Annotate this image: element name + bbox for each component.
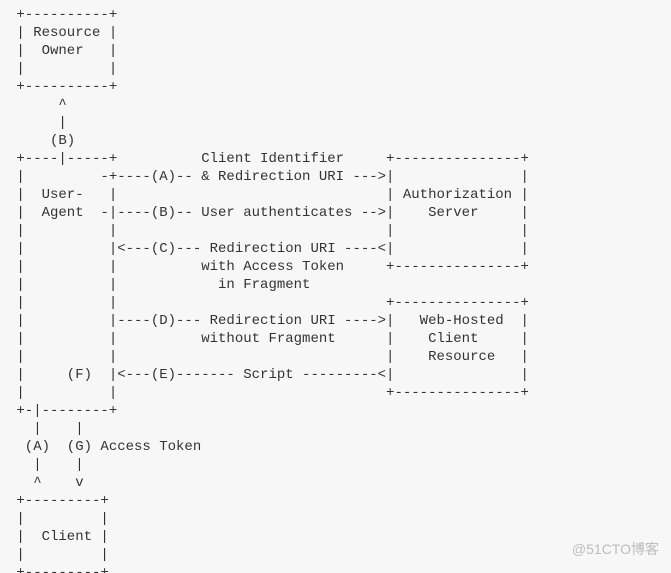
oauth-implicit-flow-diagram: +----------+ | Resource | | Owner | | | …: [0, 0, 671, 573]
